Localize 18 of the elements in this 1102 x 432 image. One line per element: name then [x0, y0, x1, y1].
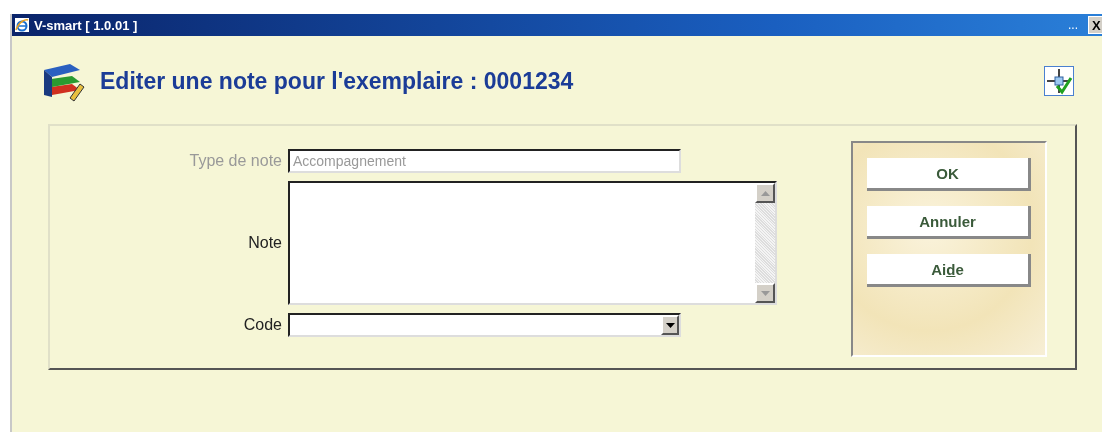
window-title: V-smart [ 1.0.01 ]: [34, 17, 139, 33]
more-button[interactable]: ...: [1068, 18, 1078, 32]
dropdown-arrow-icon: [665, 322, 675, 328]
field-label: Type de note: [188, 152, 282, 170]
down-arrow-icon: [760, 290, 770, 296]
page-title: Editer une note pour l'exemplaire : 0001234: [100, 67, 575, 95]
code-dropdown[interactable]: [288, 313, 681, 337]
action-button[interactable]: OK: [867, 158, 1031, 191]
close-button[interactable]: X: [1088, 16, 1102, 34]
note-text-area[interactable]: [288, 181, 777, 305]
move-check-icon[interactable]: [1044, 66, 1074, 96]
browser-icon: [14, 17, 30, 33]
scrollbar[interactable]: [755, 183, 775, 303]
field-label: Note: [247, 234, 282, 252]
action-button[interactable]: Annuler: [867, 206, 1031, 239]
up-arrow-icon: [760, 190, 770, 196]
action-button[interactable]: Aide: [867, 254, 1031, 287]
field-label: Code: [242, 316, 282, 334]
